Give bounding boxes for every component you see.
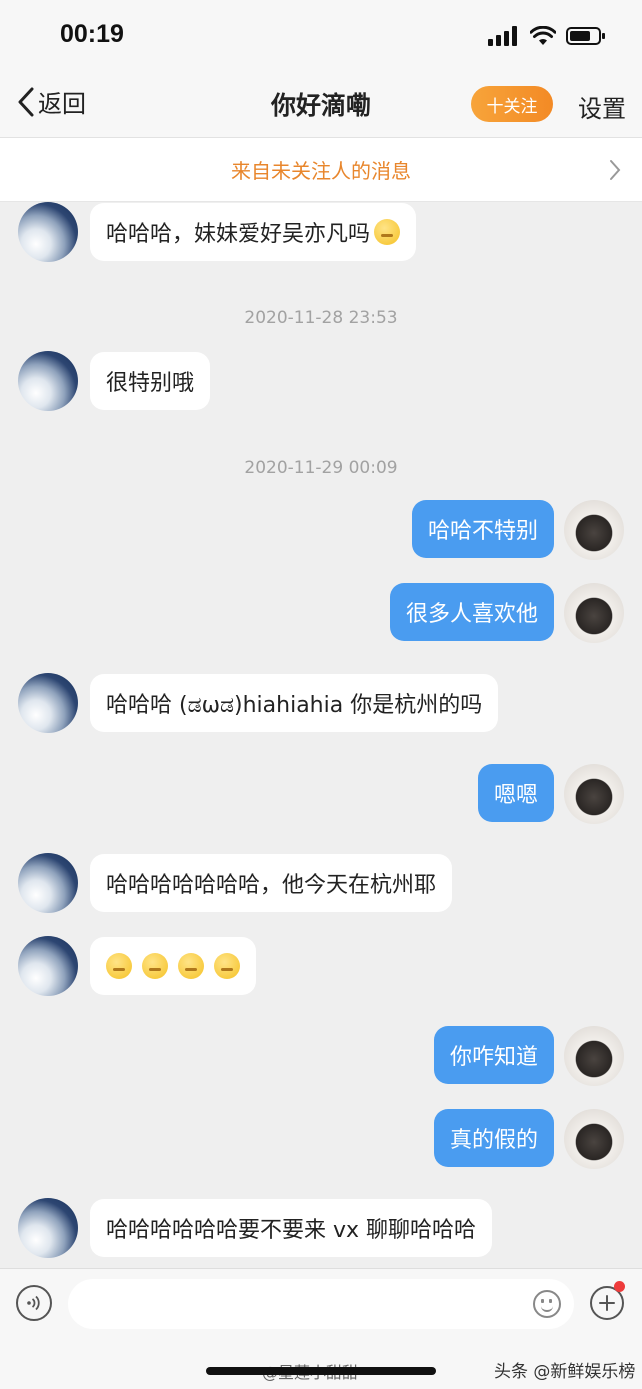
- emoji-icon[interactable]: [533, 1290, 561, 1318]
- voice-icon: [27, 1295, 40, 1311]
- voice-input-button[interactable]: [16, 1285, 52, 1321]
- status-time: 00:19: [60, 20, 124, 48]
- message-bubble-outgoing[interactable]: 哈哈不特别: [411, 500, 554, 558]
- message-bubble-incoming[interactable]: [90, 937, 256, 995]
- watermark-toutiao: 头条 @新鲜娱乐榜: [494, 1362, 636, 1382]
- message-bubble-outgoing[interactable]: 嗯嗯: [477, 764, 554, 822]
- message-bubble-incoming[interactable]: 哈哈哈哈哈哈要不要来 vx 聊聊哈哈哈: [90, 1199, 493, 1257]
- contact-avatar[interactable]: [18, 1198, 78, 1258]
- unfollowed-messages-notice[interactable]: 来自未关注人的消息: [0, 138, 642, 202]
- back-button[interactable]: 返回: [16, 84, 86, 119]
- contact-avatar[interactable]: [18, 853, 78, 913]
- contact-avatar[interactable]: [18, 202, 78, 262]
- message-bubble-incoming[interactable]: 哈哈哈 (ಡωಡ)hiahiahia 你是杭州的吗: [90, 674, 499, 732]
- thinking-emoji-icon: [106, 953, 132, 979]
- plus-glyph: [599, 1295, 615, 1311]
- contact-avatar[interactable]: [18, 936, 78, 996]
- message-text: 你咋知道: [449, 1045, 538, 1070]
- user-avatar[interactable]: [564, 1109, 624, 1169]
- follow-button[interactable]: 十关注: [471, 86, 553, 122]
- message-text: 哈哈哈，妹妹爱好吴亦凡吗: [106, 222, 371, 247]
- user-avatar[interactable]: [564, 764, 624, 824]
- user-avatar[interactable]: [564, 500, 624, 560]
- message-text: 哈哈哈哈哈哈哈，他今天在杭州耶: [106, 873, 437, 898]
- thinking-emoji-icon: [214, 953, 240, 979]
- message-timestamp: 2020-11-28 23:53: [244, 308, 398, 328]
- message-text: 嗯嗯: [493, 783, 538, 808]
- chat-area[interactable]: 哈哈哈，妹妹爱好吴亦凡吗 2020-11-28 23:53 很特别哦 2020-…: [0, 202, 642, 1268]
- user-avatar[interactable]: [564, 583, 624, 643]
- message-bubble-incoming[interactable]: 很特别哦: [90, 352, 211, 410]
- home-indicator[interactable]: [206, 1367, 436, 1375]
- status-icons: [488, 26, 606, 46]
- contact-avatar[interactable]: [18, 351, 78, 411]
- message-bubble-outgoing[interactable]: 你咋知道: [433, 1026, 554, 1084]
- message-bubble-incoming[interactable]: 哈哈哈，妹妹爱好吴亦凡吗: [90, 203, 417, 261]
- signal-icon: [488, 26, 517, 46]
- thinking-emoji-icon: [374, 219, 401, 245]
- notification-dot: [614, 1281, 625, 1292]
- message-text: 真的假的: [449, 1128, 538, 1153]
- message-text: 很特别哦: [106, 371, 195, 396]
- message-timestamp: 2020-11-29 00:09: [244, 458, 398, 478]
- input-bar: @星莲小甜甜 头条 @新鲜娱乐榜: [0, 1268, 642, 1389]
- message-text: 哈哈哈哈哈哈要不要来 vx 聊聊哈哈哈: [106, 1218, 477, 1243]
- battery-icon: [566, 27, 605, 45]
- notice-text: 来自未关注人的消息: [231, 159, 411, 183]
- chevron-left-icon: [18, 87, 34, 116]
- message-input[interactable]: [68, 1279, 574, 1329]
- message-text: 哈哈不特别: [427, 519, 538, 544]
- chevron-right-icon: [610, 160, 621, 180]
- message-text: 哈哈哈 (ಡωಡ)hiahiahia 你是杭州的吗: [106, 693, 483, 718]
- thinking-emoji-icon: [178, 953, 204, 979]
- wifi-icon: [530, 26, 556, 45]
- nav-bar: 返回 你好滴嘞 十关注 设置: [0, 70, 642, 138]
- status-bar: 00:19: [0, 0, 642, 70]
- back-label: 返回: [38, 90, 86, 118]
- contact-avatar[interactable]: [18, 673, 78, 733]
- user-avatar[interactable]: [564, 1026, 624, 1086]
- message-bubble-incoming[interactable]: 哈哈哈哈哈哈哈，他今天在杭州耶: [90, 854, 453, 912]
- message-bubble-outgoing[interactable]: 真的假的: [433, 1109, 554, 1167]
- message-bubble-outgoing[interactable]: 很多人喜欢他: [389, 583, 554, 641]
- message-text: 很多人喜欢他: [405, 602, 538, 627]
- thinking-emoji-icon: [142, 953, 168, 979]
- settings-button[interactable]: 设置: [578, 89, 626, 124]
